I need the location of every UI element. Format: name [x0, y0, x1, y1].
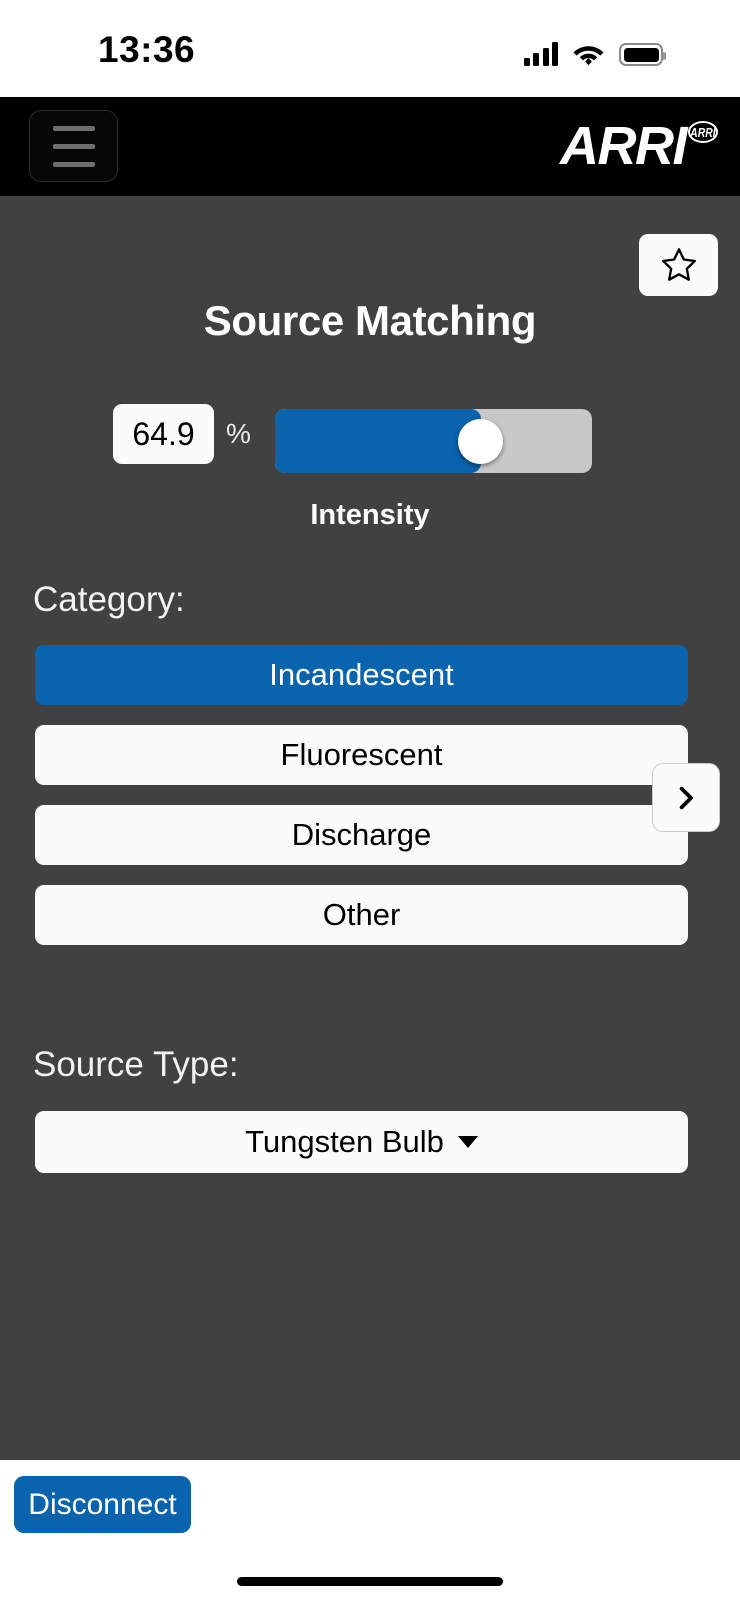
intensity-slider-fill — [275, 409, 481, 473]
arri-logo: ARRI ARRI — [560, 117, 718, 175]
intensity-label: Intensity — [0, 499, 740, 532]
category-label: Category: — [33, 580, 185, 620]
arri-logo-text: ARRI — [560, 117, 686, 175]
footer-bar: Disconnect — [0, 1460, 740, 1604]
category-next-button[interactable] — [652, 763, 720, 832]
intensity-value-input[interactable]: 64.9 — [113, 404, 214, 464]
source-type-value: Tungsten Bulb — [245, 1124, 444, 1160]
caret-down-icon — [458, 1136, 478, 1148]
category-option-button[interactable]: Fluorescent — [35, 725, 688, 785]
app-header: ARRI ARRI — [0, 97, 740, 196]
category-option-button[interactable]: Other — [35, 885, 688, 945]
home-indicator — [237, 1577, 503, 1586]
status-bar-icons — [524, 36, 664, 66]
category-options-list: Incandescent Fluorescent Discharge Other — [35, 645, 688, 965]
hamburger-menu-icon[interactable] — [29, 110, 118, 182]
arri-logo-mark-text: ARRI — [690, 126, 715, 139]
source-type-select[interactable]: Tungsten Bulb — [35, 1111, 688, 1173]
intensity-slider[interactable] — [275, 409, 592, 473]
phone-screen: 13:36 ARRI ARRI — [0, 0, 740, 1604]
favorite-button[interactable] — [639, 234, 718, 296]
cellular-signal-icon — [524, 42, 559, 66]
page-title: Source Matching — [0, 297, 740, 345]
category-option-button[interactable]: Incandescent — [35, 645, 688, 705]
intensity-slider-row: 64.9 % — [0, 404, 740, 474]
wifi-icon — [572, 42, 605, 66]
battery-icon — [619, 43, 663, 66]
intensity-unit-label: % — [226, 418, 251, 450]
intensity-slider-thumb[interactable] — [458, 419, 503, 464]
category-option-button[interactable]: Discharge — [35, 805, 688, 865]
status-bar-time: 13:36 — [98, 29, 195, 71]
source-type-label: Source Type: — [33, 1045, 239, 1085]
star-icon — [658, 245, 700, 285]
status-bar: 13:36 — [0, 0, 740, 97]
chevron-right-icon — [671, 783, 701, 813]
disconnect-button[interactable]: Disconnect — [14, 1476, 191, 1533]
arri-logo-mark: ARRI — [688, 121, 718, 143]
main-content: Source Matching 64.9 % Intensity Categor… — [0, 196, 740, 1460]
